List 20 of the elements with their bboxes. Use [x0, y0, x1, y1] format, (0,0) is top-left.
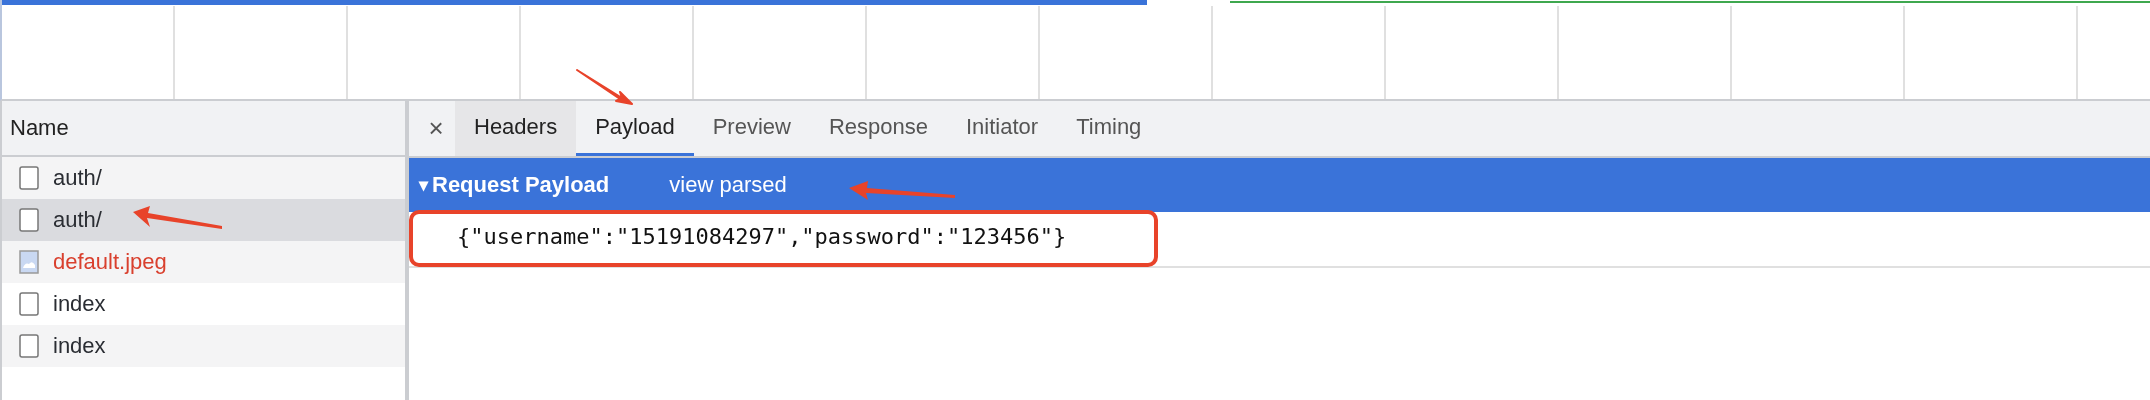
column-header[interactable]: Name — [2, 101, 405, 157]
request-name: index — [53, 333, 106, 359]
tab[interactable]: Response — [809, 101, 947, 156]
tab[interactable]: Headers — [455, 101, 577, 156]
request-row[interactable]: auth/ — [2, 157, 405, 199]
request-row[interactable]: default.jpeg — [2, 241, 405, 283]
view-parsed-link[interactable]: view parsed — [669, 172, 787, 198]
tab[interactable]: Preview — [693, 101, 810, 156]
tab[interactable]: Timing — [1057, 101, 1161, 156]
tab[interactable]: Initiator — [947, 101, 1058, 156]
request-name: default.jpeg — [53, 249, 167, 275]
request-name: auth/ — [53, 165, 102, 191]
close-button[interactable]: × — [417, 101, 455, 156]
request-row[interactable]: auth/ — [2, 199, 405, 241]
section-toggle[interactable]: ▾ Request Payload — [419, 172, 610, 198]
annotation-arrow — [576, 68, 636, 108]
request-name: auth/ — [53, 207, 102, 233]
request-name: index — [53, 291, 106, 317]
request-row[interactable]: index — [2, 325, 405, 367]
payload-text: {"username":"15191084297","password":"123456"} — [457, 223, 1067, 249]
